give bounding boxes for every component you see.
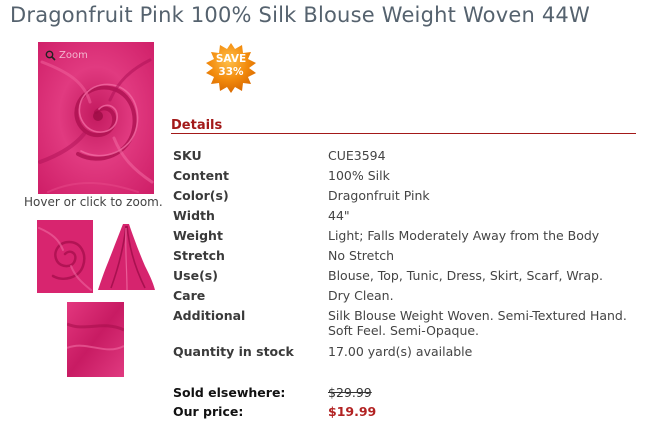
thumbnail-closeup[interactable] [67,302,124,377]
spec-value-weight: Light; Falls Moderately Away from the Bo… [328,228,600,243]
thumbnail-image [67,302,124,377]
thumbnail-image [97,220,157,293]
spec-label-additional: Additional [173,308,246,323]
spec-label-uses: Use(s) [173,268,218,283]
thumbnail-image [37,220,93,293]
spec-value-sku: CUE3594 [328,148,386,163]
spec-label-colors: Color(s) [173,188,229,203]
our-price-value: $19.99 [328,404,377,419]
spec-value-uses: Blouse, Top, Tunic, Dress, Skirt, Scarf,… [328,268,603,283]
spec-label-sku: SKU [173,148,202,163]
magnifier-icon [45,50,56,61]
spec-label-content: Content [173,168,229,183]
zoom-control[interactable]: Zoom [45,50,88,61]
spec-value-colors: Dragonfruit Pink [328,188,430,203]
spec-value-width: 44" [328,208,350,223]
spec-value-additional-line2: Soft Feel. Semi-Opaque. [328,323,480,338]
zoom-label: Zoom [59,50,88,61]
our-price-label: Our price: [173,404,244,419]
spec-value-care: Dry Clean. [328,288,394,303]
spec-value-additional-line1: Silk Blouse Weight Woven. Semi-Textured … [328,308,627,323]
zoom-hint-text: Hover or click to zoom. [24,195,163,209]
save-badge: SAVE 33% [205,42,257,94]
spec-value-quantity: 17.00 yard(s) available [328,344,473,359]
spec-label-stretch: Stretch [173,248,225,263]
sold-elsewhere-price: $29.99 [328,385,372,400]
badge-percent: 33% [218,66,244,78]
spec-value-content: 100% Silk [328,168,390,183]
fabric-swirl-image [38,42,154,194]
spec-label-width: Width [173,208,215,223]
thumbnail-drape[interactable] [97,220,157,293]
details-heading: Details [171,118,223,133]
spec-value-stretch: No Stretch [328,248,395,263]
sold-elsewhere-label: Sold elsewhere: [173,385,286,400]
spec-label-quantity: Quantity in stock [173,344,294,359]
badge-save-label: SAVE [215,53,247,65]
spec-label-care: Care [173,288,206,303]
details-divider [171,133,636,134]
main-product-image[interactable]: Zoom [38,42,154,194]
thumbnail-swirl[interactable] [37,220,93,293]
product-title: Dragonfruit Pink 100% Silk Blouse Weight… [10,3,590,27]
spec-label-weight: Weight [173,228,223,243]
